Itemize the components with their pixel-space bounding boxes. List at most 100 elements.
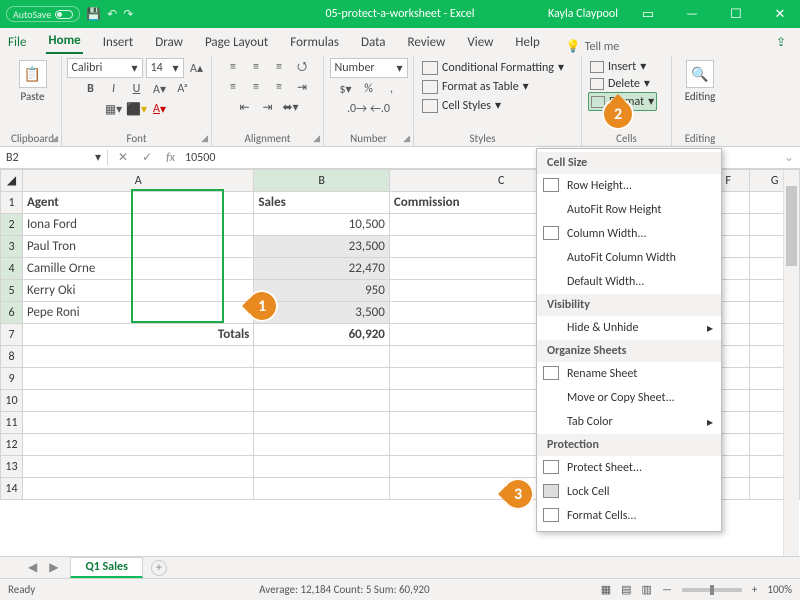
vertical-scrollbar[interactable]: [783, 170, 799, 556]
ribbon-opts-icon[interactable]: ▭: [634, 7, 662, 22]
decrease-decimal-icon[interactable]: ←.0: [370, 100, 390, 118]
row-header[interactable]: 4: [1, 258, 23, 280]
zoom-slider[interactable]: [682, 588, 742, 592]
conditional-formatting-button[interactable]: Conditional Formatting ▾: [420, 58, 566, 77]
zoom-level[interactable]: 100%: [767, 583, 792, 596]
expand-formula-icon[interactable]: ⌄: [784, 150, 794, 165]
insert-cells-button[interactable]: Insert ▾: [588, 58, 648, 75]
shrink-font-icon[interactable]: A▾: [150, 80, 170, 98]
border-button[interactable]: ▦▾: [104, 100, 124, 118]
maximize-icon[interactable]: ☐: [722, 7, 750, 22]
undo-icon[interactable]: ↶: [107, 7, 117, 22]
formula-bar[interactable]: 10500: [185, 151, 215, 165]
italic-button[interactable]: I: [104, 80, 124, 98]
minimize-icon[interactable]: —: [678, 7, 706, 22]
save-icon[interactable]: 💾: [86, 7, 101, 22]
view-normal-icon[interactable]: ▦: [601, 583, 611, 596]
align-left-icon[interactable]: ≡: [223, 78, 243, 96]
menu-format-cells[interactable]: Format Cells...: [537, 504, 721, 528]
menu-lock-cell[interactable]: Lock Cell: [537, 480, 721, 504]
tab-view[interactable]: View: [465, 31, 495, 54]
number-format-select[interactable]: Number▾: [330, 58, 408, 78]
editing-button[interactable]: 🔍Editing: [677, 58, 723, 103]
row-header[interactable]: 11: [1, 412, 23, 434]
fill-color-button[interactable]: ⬛▾: [127, 100, 147, 118]
comma-icon[interactable]: ,: [382, 80, 402, 98]
autosave-toggle[interactable]: AutoSave: [6, 6, 80, 22]
wrap-icon[interactable]: ⇥: [292, 78, 312, 96]
menu-protect-sheet[interactable]: Protect Sheet...: [537, 456, 721, 480]
align-top-icon[interactable]: ≡: [223, 58, 243, 76]
share-button[interactable]: ⇪: [768, 31, 794, 54]
fx-icon[interactable]: fx: [162, 151, 179, 165]
close-icon[interactable]: ✕: [766, 7, 794, 22]
orientation-icon[interactable]: ⭯: [292, 58, 312, 76]
view-page-layout-icon[interactable]: ▤: [621, 583, 631, 596]
col-header[interactable]: A: [23, 170, 254, 192]
font-color-button[interactable]: A▾: [150, 100, 170, 118]
view-page-break-icon[interactable]: ▥: [642, 583, 652, 596]
new-sheet-button[interactable]: +: [151, 560, 167, 576]
tell-me[interactable]: 💡Tell me: [566, 39, 619, 54]
percent-icon[interactable]: %: [359, 80, 379, 98]
sheet-nav-prev-icon[interactable]: ◀: [22, 560, 43, 575]
row-header[interactable]: 12: [1, 434, 23, 456]
menu-autofit-column[interactable]: AutoFit Column Width: [537, 246, 721, 270]
row-header[interactable]: 9: [1, 368, 23, 390]
redo-icon[interactable]: ↷: [123, 7, 133, 22]
menu-default-width[interactable]: Default Width...: [537, 270, 721, 294]
menu-hide-unhide[interactable]: Hide & Unhide▸: [537, 316, 721, 340]
tab-insert[interactable]: Insert: [101, 31, 136, 54]
increase-indent-icon[interactable]: ⇥: [258, 98, 278, 116]
cell-styles-button[interactable]: Cell Styles ▾: [420, 96, 503, 115]
format-as-table-button[interactable]: Format as Table ▾: [420, 77, 531, 96]
underline-button[interactable]: U: [127, 80, 147, 98]
menu-autofit-row[interactable]: AutoFit Row Height: [537, 198, 721, 222]
col-header[interactable]: B: [254, 170, 390, 192]
font-size-select[interactable]: 14▾: [146, 58, 184, 78]
row-header[interactable]: 2: [1, 214, 23, 236]
grow-font-icon[interactable]: A▴: [187, 59, 207, 77]
row-header[interactable]: 14: [1, 478, 23, 500]
row-header[interactable]: 6: [1, 302, 23, 324]
align-right-icon[interactable]: ≡: [269, 78, 289, 96]
sheet-tab[interactable]: Q1 Sales: [70, 557, 142, 578]
decrease-indent-icon[interactable]: ⇤: [235, 98, 255, 116]
tab-review[interactable]: Review: [406, 31, 448, 54]
zoom-in-icon[interactable]: +: [752, 583, 757, 596]
merge-button[interactable]: ⬌▾: [281, 98, 301, 116]
menu-row-height[interactable]: Row Height...: [537, 174, 721, 198]
row-header[interactable]: 3: [1, 236, 23, 258]
zoom-out-icon[interactable]: —: [662, 583, 672, 596]
font-name-select[interactable]: Calibri▾: [67, 58, 143, 78]
menu-rename-sheet[interactable]: Rename Sheet: [537, 362, 721, 386]
bold-button[interactable]: B: [81, 80, 101, 98]
tab-data[interactable]: Data: [359, 31, 388, 54]
menu-column-width[interactable]: Column Width...: [537, 222, 721, 246]
tab-formulas[interactable]: Formulas: [288, 31, 341, 54]
tab-page-layout[interactable]: Page Layout: [203, 31, 270, 54]
row-header[interactable]: 5: [1, 280, 23, 302]
row-header[interactable]: 8: [1, 346, 23, 368]
paste-button[interactable]: 📋Paste: [10, 58, 56, 103]
tab-home[interactable]: Home: [46, 29, 82, 54]
select-all-corner[interactable]: ◢: [1, 170, 23, 192]
cancel-formula-icon[interactable]: ✕: [114, 150, 132, 165]
tab-help[interactable]: Help: [513, 31, 541, 54]
row-header[interactable]: 10: [1, 390, 23, 412]
align-center-icon[interactable]: ≡: [246, 78, 266, 96]
font-expand-icon[interactable]: Aᵃ: [173, 80, 193, 98]
enter-formula-icon[interactable]: ✓: [138, 150, 156, 165]
menu-move-copy[interactable]: Move or Copy Sheet...: [537, 386, 721, 410]
row-header[interactable]: 7: [1, 324, 23, 346]
menu-tab-color[interactable]: Tab Color▸: [537, 410, 721, 434]
align-middle-icon[interactable]: ≡: [246, 58, 266, 76]
tab-file[interactable]: File: [6, 31, 28, 54]
row-header[interactable]: 1: [1, 192, 23, 214]
tab-draw[interactable]: Draw: [153, 31, 185, 54]
accounting-icon[interactable]: $▾: [336, 80, 356, 98]
align-bottom-icon[interactable]: ≡: [269, 58, 289, 76]
sheet-nav-next-icon[interactable]: ▶: [43, 560, 64, 575]
row-header[interactable]: 13: [1, 456, 23, 478]
increase-decimal-icon[interactable]: .0→: [347, 100, 367, 118]
